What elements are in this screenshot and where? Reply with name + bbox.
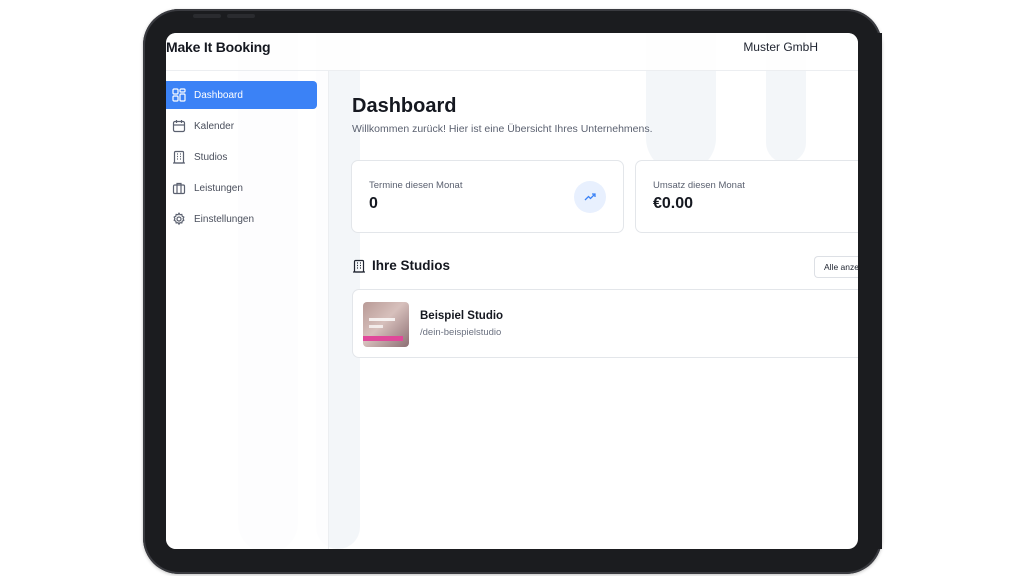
stat-value: 0 xyxy=(369,195,378,212)
show-all-button[interactable]: Alle anzeigen xyxy=(814,256,858,278)
briefcase-icon xyxy=(172,181,186,195)
sidebar-item-einstellungen[interactable]: Einstellungen xyxy=(166,205,317,233)
thumbnail-text xyxy=(369,318,395,321)
tablet-button xyxy=(227,14,255,18)
section-title: Ihre Studios xyxy=(372,258,451,273)
top-bar: Make It Booking Muster GmbH xyxy=(166,33,858,71)
sidebar-item-kalender[interactable]: Kalender xyxy=(166,112,317,140)
sidebar: Dashboard Kalender Studios Leistungen Ei… xyxy=(166,71,329,549)
sidebar-item-studios[interactable]: Studios xyxy=(166,143,317,171)
sidebar-item-label: Leistungen xyxy=(194,182,243,194)
stat-label: Termine diesen Monat xyxy=(369,180,463,191)
page-title: Dashboard xyxy=(352,95,457,117)
sidebar-item-label: Kalender xyxy=(194,120,235,132)
thumbnail-band xyxy=(363,336,403,341)
building-icon xyxy=(352,259,366,273)
studios-section-heading: Ihre Studios xyxy=(352,258,450,273)
trending-up-icon xyxy=(574,181,606,213)
studio-name: Beispiel Studio xyxy=(420,310,504,322)
tablet-bezel-right xyxy=(858,33,882,549)
sidebar-item-leistungen[interactable]: Leistungen xyxy=(166,174,317,202)
sidebar-item-label: Einstellungen xyxy=(194,213,255,225)
sidebar-item-dashboard[interactable]: Dashboard xyxy=(166,81,317,109)
stat-card-revenue: Umsatz diesen Monat €0.00 xyxy=(635,160,875,233)
page-subtitle: Willkommen zurück! Hier ist eine Übersic… xyxy=(352,123,653,135)
brand-logo[interactable]: Make It Booking xyxy=(166,39,271,55)
studio-slug: /dein-beispielstudio xyxy=(420,327,502,338)
stat-card-appointments: Termine diesen Monat 0 xyxy=(351,160,624,233)
gear-icon xyxy=(172,212,186,226)
company-name[interactable]: Muster GmbH xyxy=(743,40,818,54)
studio-list-item[interactable]: Beispiel Studio /dein-beispielstudio xyxy=(352,289,858,358)
tablet-button xyxy=(193,14,221,18)
building-icon xyxy=(172,150,186,164)
thumbnail-text xyxy=(369,325,383,328)
sidebar-item-label: Dashboard xyxy=(194,89,243,101)
sidebar-item-label: Studios xyxy=(194,151,228,163)
stat-value: €0.00 xyxy=(653,195,694,212)
dashboard-grid-icon xyxy=(172,88,186,102)
studio-thumbnail xyxy=(363,302,409,347)
calendar-icon xyxy=(172,119,186,133)
stat-label: Umsatz diesen Monat xyxy=(653,180,745,191)
